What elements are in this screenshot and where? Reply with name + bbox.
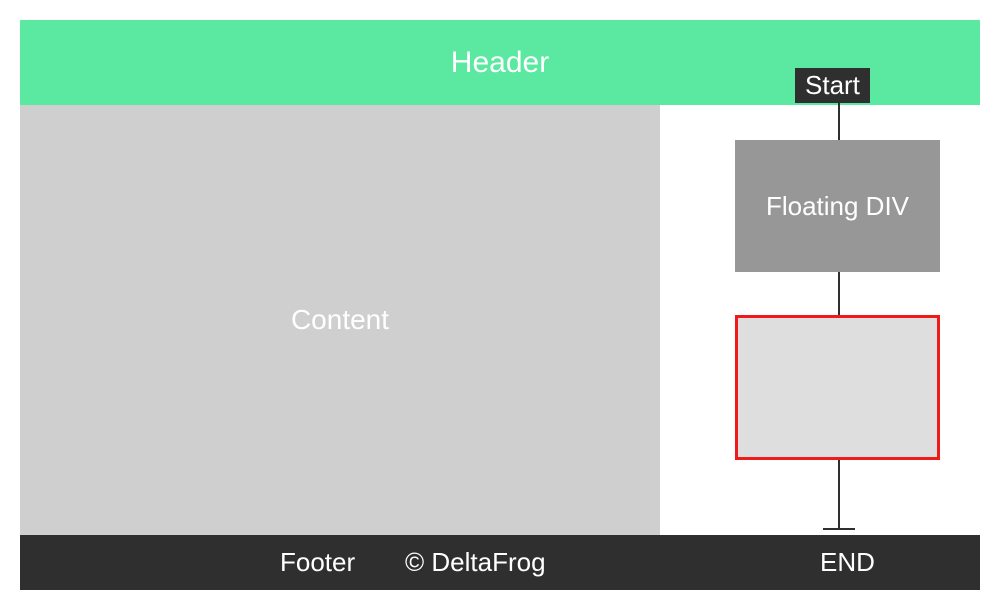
connector-endcap (823, 528, 855, 530)
footer-end-label: END (820, 547, 875, 578)
content-block: Content (20, 105, 660, 535)
footer-block: Footer © DeltaFrog END (20, 535, 980, 590)
header-label: Header (451, 46, 549, 80)
start-label: Start (795, 68, 870, 103)
floating-div-label: Floating DIV (766, 191, 909, 222)
diagram-stage: Header Content Start Floating DIV Footer… (0, 0, 1000, 600)
connector-line (838, 102, 840, 140)
footer-label: Footer (280, 547, 355, 578)
floating-div-block: Floating DIV (735, 140, 940, 272)
connector-line (838, 272, 840, 315)
footer-copyright: © DeltaFrog (405, 547, 546, 578)
start-text: Start (805, 70, 860, 100)
connector-line (838, 460, 840, 530)
highlight-box (735, 315, 940, 460)
content-label: Content (291, 304, 389, 336)
